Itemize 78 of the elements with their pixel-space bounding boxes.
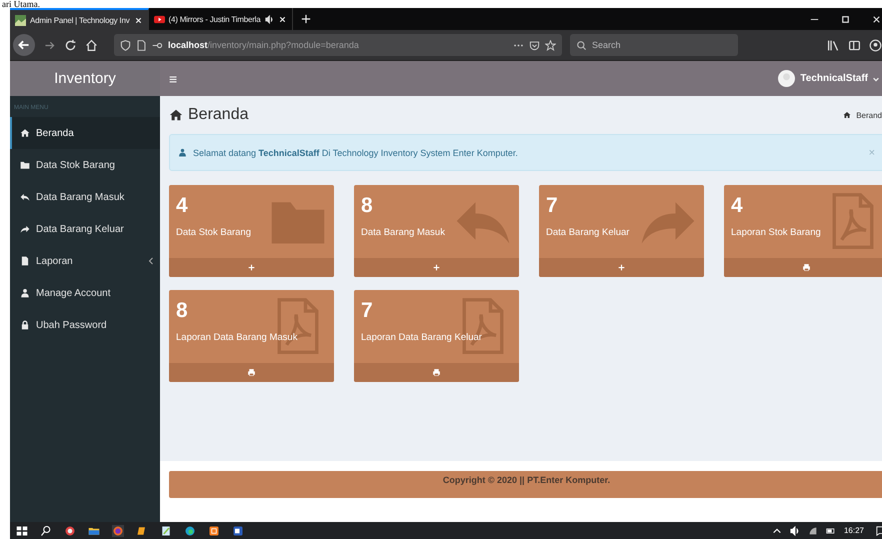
reload-icon[interactable] [64,38,77,52]
wifi-icon[interactable] [808,526,818,536]
browser-tab[interactable]: Admin Panel | Technology Inv [10,8,149,30]
menu-toggle[interactable]: ≡ [169,70,178,86]
print-icon [247,368,256,377]
plus-icon [432,263,441,272]
back-icon[interactable] [13,34,35,56]
stat-label: Laporan Data Barang Masuk [176,332,298,343]
sidebar-item[interactable]: Beranda [10,117,160,149]
sidebar-item[interactable]: Data Barang Keluar [10,213,160,245]
folder-icon [20,160,30,170]
sidebar-icon[interactable] [848,38,861,52]
document-caption: ari Utama. [2,0,41,8]
battery-icon[interactable] [826,526,836,536]
star-icon[interactable] [545,40,556,50]
account-icon[interactable] [869,38,882,52]
home-icon [20,128,30,138]
stat-count: 4 [176,193,188,219]
close-window-icon[interactable] [871,14,882,24]
close-icon[interactable] [278,14,287,24]
favicon-icon [15,14,26,26]
avatar-icon [778,70,796,87]
copyright-text: Copyright © 2020 || PT.Enter Komputer. [442,475,610,487]
home-icon [169,108,183,122]
page-icon [136,40,147,50]
sidebar-item[interactable]: Manage Account [10,277,160,309]
document-icon [20,256,30,266]
stat-label: Data Barang Keluar [546,227,630,238]
stat-count: 7 [546,193,558,219]
app-icon[interactable] [208,524,220,536]
user-icon [178,148,187,157]
forward-arrow-icon [20,224,30,234]
plus-icon [617,263,626,272]
brand-title[interactable]: Inventory [10,61,160,96]
new-tab-icon[interactable] [300,14,311,24]
home-icon[interactable] [85,38,98,52]
breadcrumb-link[interactable]: Berand [856,110,882,120]
sidebar-item[interactable]: Laporan [10,245,160,277]
stat-label: Laporan Stok Barang [731,227,821,238]
app-icon[interactable] [64,524,76,536]
home-icon [843,111,852,119]
lock-icon [20,320,30,330]
sidebar-item[interactable]: Ubah Password [10,309,160,341]
notepad-icon[interactable] [160,524,172,536]
stat-count: 7 [361,298,373,324]
welcome-message: Selamat datang TechnicalStaff Di Technology Inventory System Enter Komputer. [193,148,518,158]
stat-count: 8 [361,193,373,219]
page-title: Beranda [188,106,248,124]
print-icon [432,368,441,377]
address-bar[interactable]: localhost/inventory/main.php?module=beranda [114,34,562,56]
library-icon[interactable] [827,38,840,52]
search-field[interactable]: Search [570,34,738,56]
clock[interactable]: 16:27 [844,526,864,535]
close-icon[interactable] [134,16,143,24]
user-icon [20,288,30,298]
shield-icon [120,40,131,50]
video-favicon-icon [154,14,165,24]
sidebar-item[interactable]: Data Barang Masuk [10,181,160,213]
stat-label: Data Stok Barang [176,227,251,238]
plus-icon [247,263,256,272]
sidebar-item[interactable]: Data Stok Barang [10,149,160,181]
stat-count: 8 [176,298,188,324]
print-icon [802,263,811,272]
pocket-icon[interactable] [529,40,540,50]
restore-icon[interactable] [840,14,851,24]
reply-arrow-icon [20,192,30,202]
windows-start-icon[interactable] [16,524,28,536]
browser-icon[interactable] [112,524,124,536]
stat-label: Data Barang Masuk [361,227,445,238]
edge-icon[interactable] [184,524,196,536]
search-icon[interactable] [40,524,52,536]
user-menu[interactable]: TechnicalStaff [800,73,868,84]
speaker-icon[interactable] [264,14,274,24]
search-icon [576,40,587,50]
word-icon[interactable] [232,524,244,536]
app-icon[interactable] [136,524,148,536]
stat-label: Laporan Data Barang Keluar [361,332,482,343]
stat-count: 4 [731,193,743,219]
